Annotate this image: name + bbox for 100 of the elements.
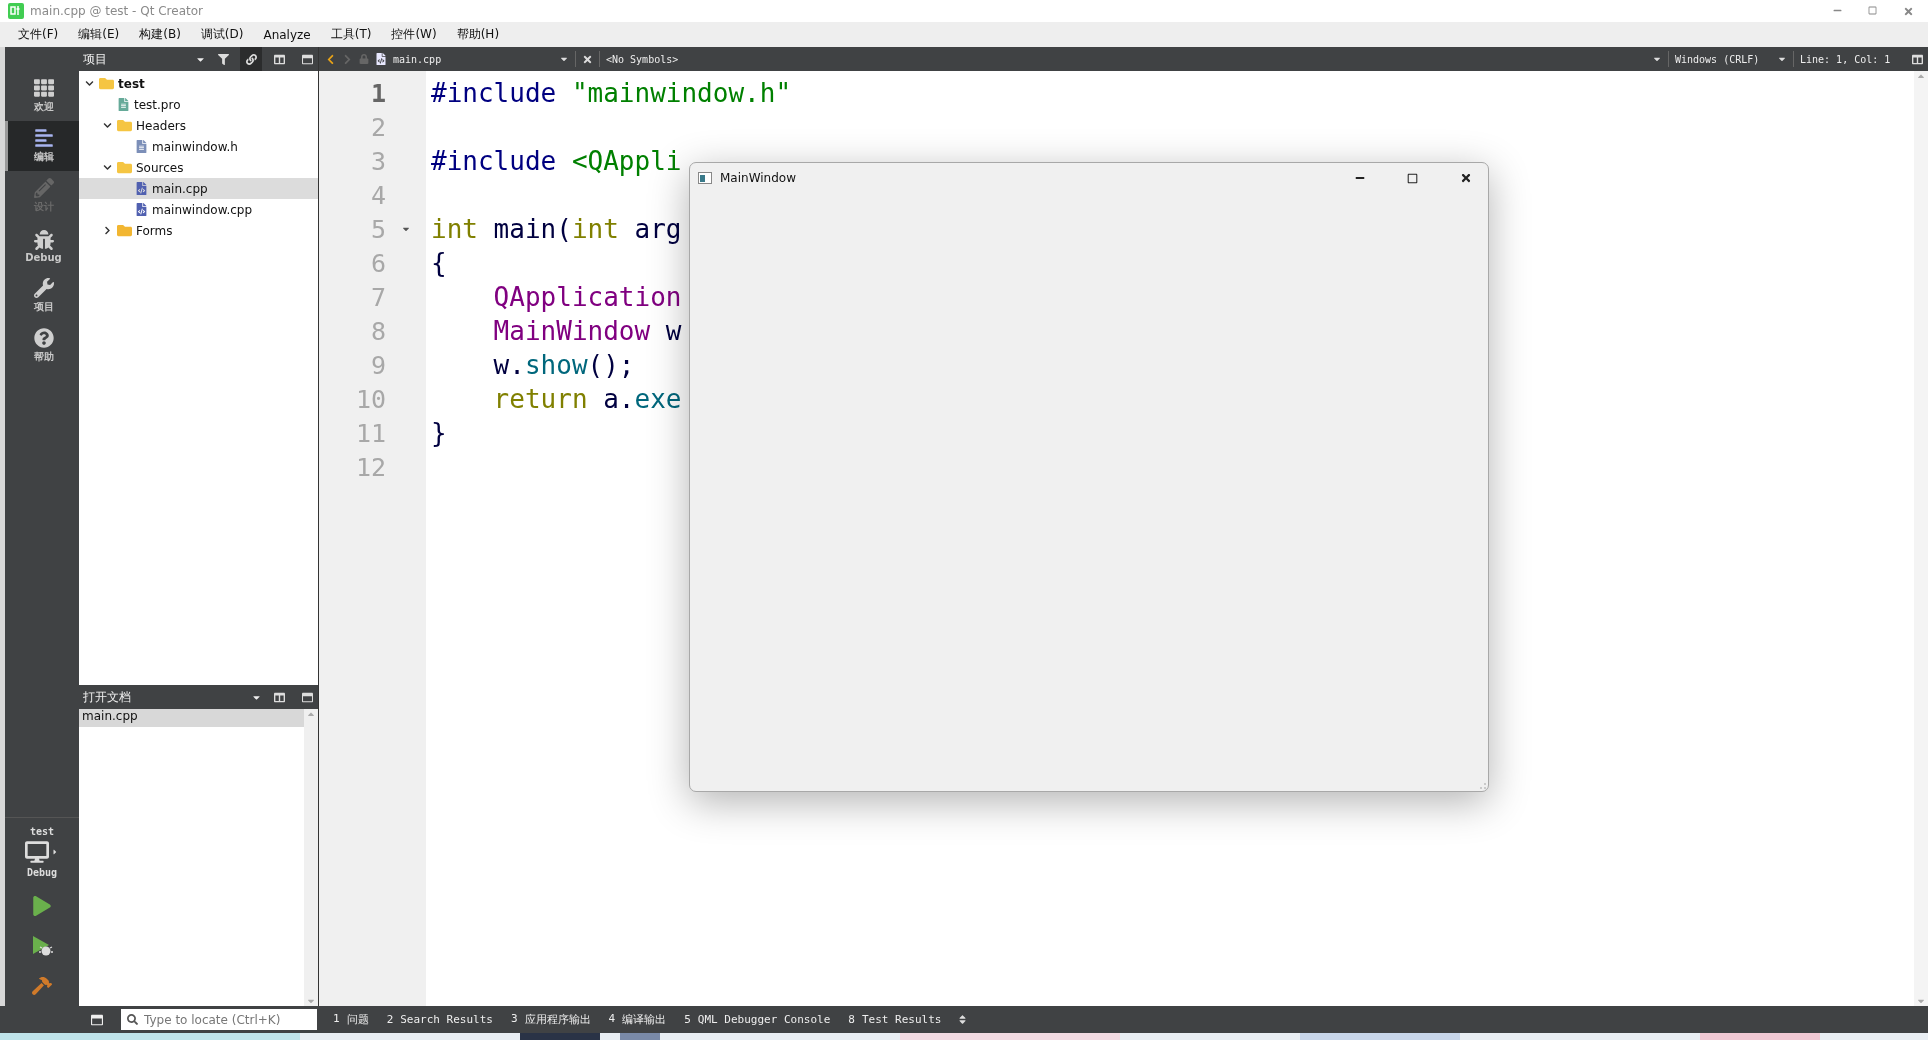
back-icon[interactable]	[325, 53, 336, 65]
code-line: QApplication	[492, 282, 682, 312]
tree-item[interactable]: Headers	[79, 115, 318, 136]
tree-item[interactable]: test	[79, 73, 318, 94]
folder-icon	[99, 76, 114, 91]
play-icon	[32, 896, 52, 916]
play-bug-icon	[31, 935, 53, 957]
line-number: 8	[369, 316, 386, 346]
resize-grip-icon[interactable]	[1478, 781, 1486, 789]
line-number: 2	[369, 112, 386, 142]
caret-icon	[51, 848, 59, 856]
split-icon	[273, 691, 285, 703]
chevron-down-icon[interactable]	[84, 79, 94, 88]
code-line: #include "mainwindow.h"	[431, 78, 792, 108]
line-number: 9	[369, 350, 386, 380]
document-item[interactable]: main.cpp	[79, 709, 304, 727]
tree-item[interactable]: Forms	[79, 220, 318, 241]
kit-selector[interactable]: test Debug	[5, 818, 79, 886]
mode-button[interactable]: Debug	[5, 221, 79, 271]
mode-button[interactable]: 帮助	[5, 321, 79, 371]
bug-icon	[33, 229, 54, 250]
mode-button[interactable]: 项目	[5, 271, 79, 321]
grid-icon	[33, 78, 54, 98]
chevron-right-icon[interactable]	[102, 226, 112, 235]
menu-item[interactable]: 文件(F)	[10, 24, 67, 45]
wrench-icon	[33, 278, 54, 298]
window-icon	[301, 53, 313, 65]
window-title: main.cpp @ test - Qt Creator	[30, 4, 203, 18]
code-line: return a.exe	[492, 384, 682, 414]
code-line: w.show();	[492, 350, 635, 380]
folder-icon	[117, 160, 132, 175]
symbols-selector[interactable]: <No Symbols>	[606, 53, 1646, 65]
help-icon	[33, 328, 54, 348]
tree-item[interactable]: main.cpp	[79, 178, 318, 199]
tree-item[interactable]: mainwindow.cpp	[79, 199, 318, 220]
window-icon	[301, 691, 313, 703]
window-icon	[698, 172, 712, 184]
lock-icon	[359, 54, 369, 64]
tree-item[interactable]: Sources	[79, 157, 318, 178]
window-icon	[91, 1013, 103, 1026]
output-tab[interactable]: 5 QML Debugger Console	[682, 1013, 833, 1026]
link-button[interactable]	[240, 47, 262, 71]
app-logo	[8, 3, 24, 19]
menu-item[interactable]: 调试(D)	[192, 24, 252, 45]
line-number: 10	[354, 384, 386, 414]
file-selector[interactable]: main.cpp	[393, 53, 553, 65]
output-tab[interactable]: 8 Test Results	[846, 1013, 944, 1026]
chevron-down-icon[interactable]	[102, 163, 112, 172]
split-icon	[1911, 53, 1923, 65]
tree-item[interactable]: test.pro	[79, 94, 318, 115]
pencil-icon	[33, 178, 54, 198]
menu-item[interactable]: 帮助(H)	[448, 24, 508, 45]
folder-icon	[117, 223, 132, 238]
line-number: 12	[354, 452, 386, 482]
output-tab[interactable]: 1 问题	[331, 1012, 371, 1027]
output-tab[interactable]: 3 应用程序输出	[508, 1012, 593, 1027]
menu-item[interactable]: 控件(W)	[383, 24, 445, 45]
menu-item[interactable]: Analyze	[255, 25, 319, 44]
mode-button[interactable]: 编辑	[5, 121, 79, 171]
line-number: 7	[369, 282, 386, 312]
code-file-icon	[135, 203, 148, 216]
code-file-icon	[375, 53, 387, 65]
search-icon	[127, 1014, 138, 1025]
split-icon	[273, 53, 285, 65]
line-number: 5	[369, 214, 386, 244]
menu-item[interactable]: 构建(B)	[131, 24, 189, 45]
code-file-icon	[135, 182, 148, 195]
line-ending-selector[interactable]: Windows (CRLF)	[1675, 53, 1771, 65]
close-icon[interactable]	[1903, 5, 1914, 17]
code-line: {	[431, 248, 447, 278]
menu-item[interactable]: 编辑(E)	[70, 24, 128, 45]
hammer-icon	[32, 976, 52, 996]
folder-icon	[117, 118, 132, 133]
filter-icon	[217, 53, 229, 65]
mode-button[interactable]: 欢迎	[5, 71, 79, 121]
link-icon	[245, 53, 257, 65]
line-number: 6	[369, 248, 386, 278]
file-icon	[117, 98, 130, 111]
code-line: int main(int arg	[431, 214, 682, 244]
output-tab[interactable]: 2 Search Results	[384, 1013, 495, 1026]
code-line: MainWindow w	[492, 316, 682, 346]
file-icon	[135, 140, 148, 153]
chevron-down-icon[interactable]	[102, 121, 112, 130]
code-line: }	[431, 418, 447, 448]
line-number: 1	[369, 78, 386, 108]
close-icon[interactable]	[582, 53, 593, 65]
code-line: #include <QAppli	[431, 146, 682, 176]
cursor-position[interactable]: Line: 1, Col: 1	[1800, 53, 1900, 65]
tree-item[interactable]: mainwindow.h	[79, 136, 318, 157]
line-number: 11	[354, 418, 386, 448]
close-icon	[1459, 172, 1472, 184]
maximize-icon	[1407, 172, 1418, 184]
line-number: 4	[369, 180, 386, 210]
line-number: 3	[369, 146, 386, 176]
monitor-icon	[25, 840, 49, 864]
document-icon	[33, 128, 54, 148]
window-title: MainWindow	[720, 171, 797, 185]
menu-item[interactable]: 工具(T)	[322, 24, 380, 45]
locator-field[interactable]: Type to locate (Ctrl+K)	[121, 1009, 317, 1030]
output-tab[interactable]: 4 编译输出	[606, 1012, 669, 1027]
